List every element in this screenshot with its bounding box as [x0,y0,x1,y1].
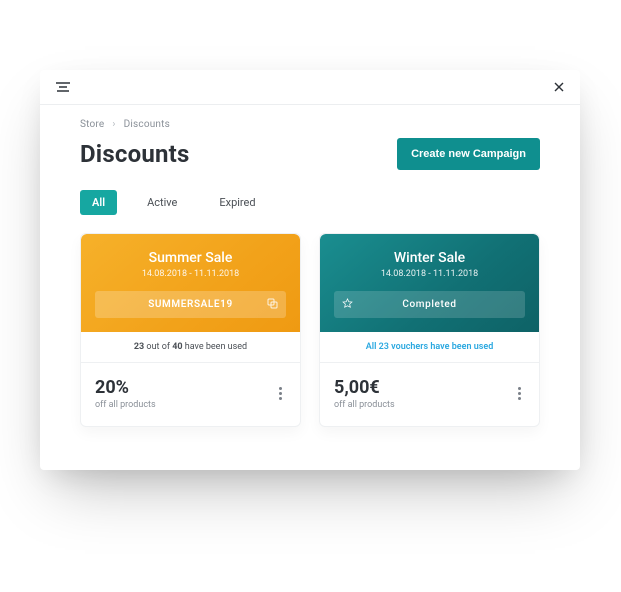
discount-value: 20% off all products [95,377,156,410]
usage-total: 40 [172,342,182,352]
close-icon[interactable] [554,82,564,92]
breadcrumb-root[interactable]: Store [80,119,104,130]
more-menu-button[interactable] [275,383,286,404]
page-title: Discounts [80,140,189,168]
voucher-code[interactable]: SUMMERSALE19 [95,291,286,318]
discount-card: Summer Sale 14.08.2018 - 11.11.2018 SUMM… [80,233,301,427]
tab-all[interactable]: All [80,190,117,215]
usage-mid: out of [144,342,172,352]
card-dates: 14.08.2018 - 11.11.2018 [95,269,286,279]
usage-summary: 23 out of 40 have been used [81,332,300,363]
copy-icon[interactable] [267,298,278,312]
voucher-code-text: SUMMERSALE19 [148,299,233,310]
card-header: Winter Sale 14.08.2018 - 11.11.2018 Comp… [320,234,539,332]
card-title: Summer Sale [95,250,286,266]
more-menu-button[interactable] [514,383,525,404]
usage-link[interactable]: All 23 vouchers have been used [320,332,539,363]
topbar [40,70,580,105]
chevron-right-icon: › [112,119,115,130]
status-text: Completed [402,299,456,310]
create-campaign-button[interactable]: Create new Campaign [397,138,540,170]
tab-active[interactable]: Active [135,190,189,215]
card-dates: 14.08.2018 - 11.11.2018 [334,269,525,279]
cards: Summer Sale 14.08.2018 - 11.11.2018 SUMM… [80,233,540,427]
title-row: Discounts Create new Campaign [80,138,540,170]
discount-sub: off all products [334,400,395,410]
menu-icon[interactable] [56,82,70,92]
app-window: Store › Discounts Discounts Create new C… [40,70,580,470]
discount-amount: 20% [95,377,156,398]
breadcrumb: Store › Discounts [80,119,540,130]
content: Store › Discounts Discounts Create new C… [40,105,580,427]
discount-card: Winter Sale 14.08.2018 - 11.11.2018 Comp… [319,233,540,427]
usage-suffix: have been used [183,342,248,352]
discount-amount: 5,00€ [334,377,395,398]
tabs: All Active Expired [80,190,540,215]
status-pill: Completed [334,291,525,318]
breadcrumb-current: Discounts [124,119,170,130]
card-body: 20% off all products [81,363,300,426]
star-icon [342,298,353,312]
card-body: 5,00€ off all products [320,363,539,426]
card-title: Winter Sale [334,250,525,266]
discount-sub: off all products [95,400,156,410]
usage-used: 23 [134,342,144,352]
tab-expired[interactable]: Expired [207,190,267,215]
card-header: Summer Sale 14.08.2018 - 11.11.2018 SUMM… [81,234,300,332]
discount-value: 5,00€ off all products [334,377,395,410]
